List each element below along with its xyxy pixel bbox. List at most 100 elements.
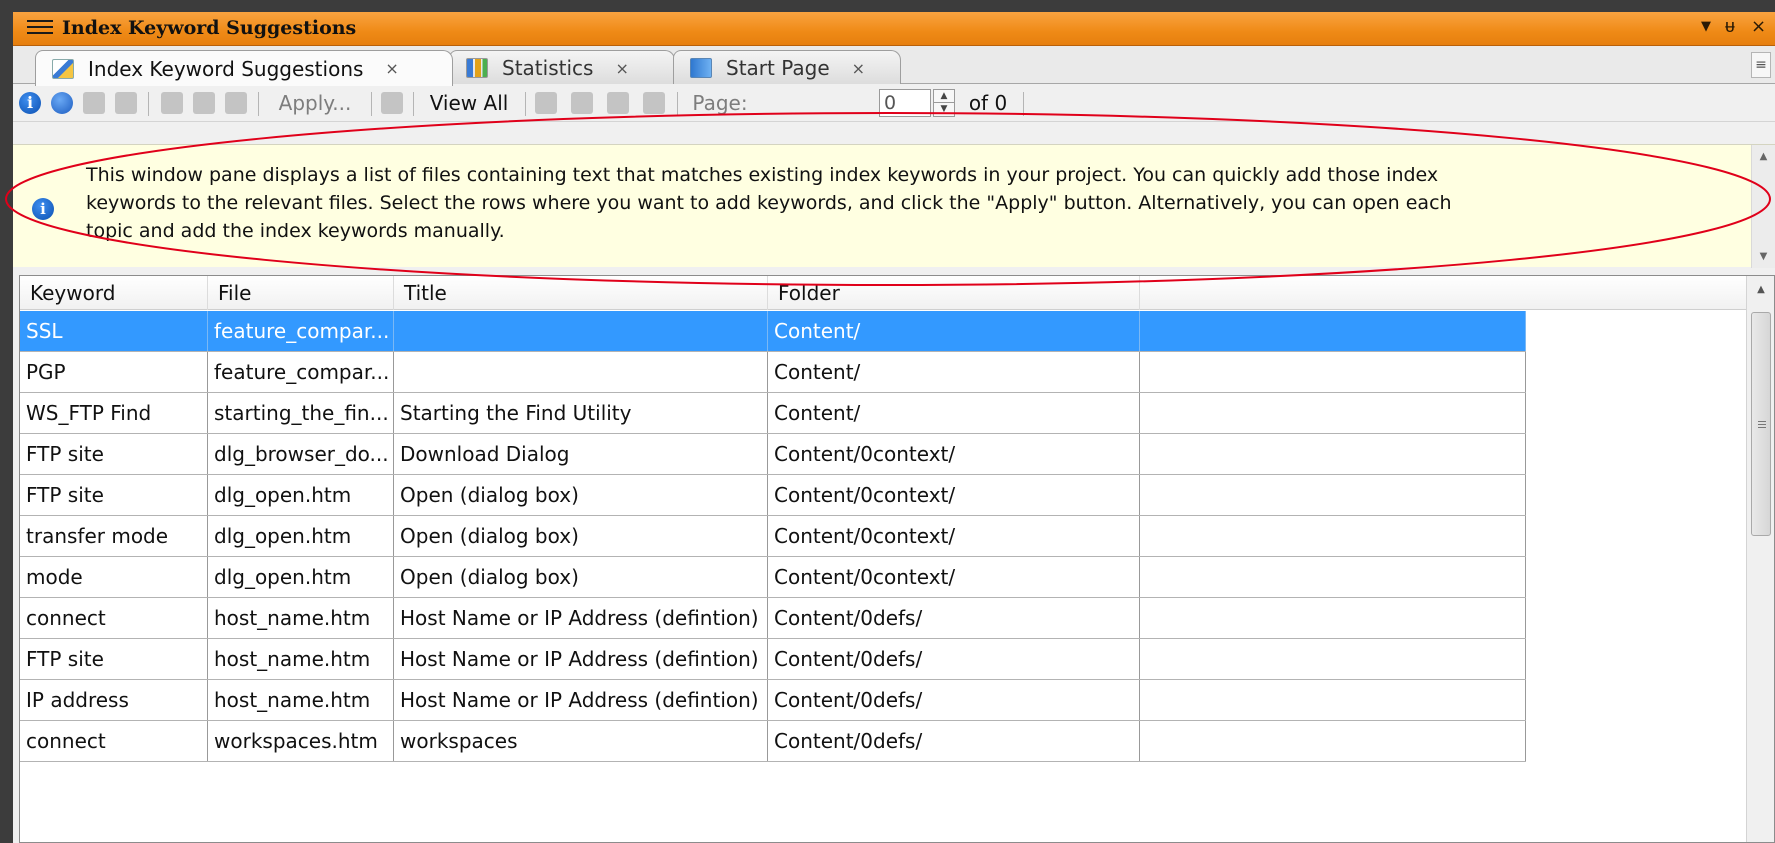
cell-file: dlg_browser_do... xyxy=(208,434,394,474)
cell-title: Host Name or IP Address (defintion) xyxy=(394,680,768,720)
column-header-file[interactable]: File xyxy=(208,276,394,310)
table-row[interactable]: FTP site dlg_browser_do... Download Dialog… xyxy=(20,434,1526,475)
scroll-up-icon[interactable]: ▲ xyxy=(1747,284,1774,295)
open-topic-button[interactable] xyxy=(81,89,107,117)
info-icon: i xyxy=(32,198,54,220)
cell-blank xyxy=(1140,639,1526,679)
cell-folder: Content/0context/ xyxy=(768,557,1140,597)
scroll-up-icon[interactable]: ▲ xyxy=(1752,151,1775,162)
toolbar-separator xyxy=(371,92,372,116)
table-row[interactable]: IP address host_name.htm Host Name or IP A… xyxy=(20,680,1526,721)
table-row[interactable]: PGP feature_compar... Content/ xyxy=(20,352,1526,393)
table-row[interactable]: mode dlg_open.htm Open (dialog box) Content… xyxy=(20,557,1526,598)
tab-index-keyword-suggestions[interactable]: Index Keyword Suggestions × xyxy=(35,50,453,86)
info-scrollbar[interactable]: ▲ ▼ xyxy=(1751,145,1775,268)
cell-keyword: connect xyxy=(20,598,208,638)
view-all-button[interactable]: View All xyxy=(419,89,519,117)
pin-icon[interactable]: ᵾ xyxy=(1725,16,1735,37)
table-header: Keyword File Title Folder xyxy=(20,276,1746,310)
first-page-button[interactable] xyxy=(533,89,559,117)
table-row[interactable]: transfer mode dlg_open.htm Open (dialog bo… xyxy=(20,516,1526,557)
toolbar-separator xyxy=(677,92,678,116)
table-row[interactable]: FTP site dlg_open.htm Open (dialog box) Con… xyxy=(20,475,1526,516)
print-icon xyxy=(161,92,183,114)
export-button[interactable] xyxy=(191,89,217,117)
cell-folder: Content/0defs/ xyxy=(768,639,1140,679)
cell-title: Host Name or IP Address (defintion) xyxy=(394,598,768,638)
tab-start-page[interactable]: Start Page × xyxy=(673,50,901,85)
cell-file: feature_compar... xyxy=(208,352,394,392)
window-dropdown-icon[interactable]: ▼ xyxy=(1701,19,1711,34)
keyword-document-icon xyxy=(52,58,74,79)
cell-title: Open (dialog box) xyxy=(394,557,768,597)
hamburger-menu-icon[interactable] xyxy=(27,20,53,38)
spin-down-icon[interactable]: ▼ xyxy=(934,103,954,116)
last-page-button[interactable] xyxy=(641,89,667,117)
page-count-label: of 0 xyxy=(968,91,1008,115)
apply-button[interactable]: Apply... xyxy=(265,89,365,117)
close-tab-icon[interactable]: × xyxy=(852,59,865,78)
tab-overflow-menu-icon[interactable]: ≡ xyxy=(1751,52,1771,78)
cell-blank xyxy=(1140,475,1526,515)
info-icon: i xyxy=(19,92,41,114)
index-keyword-suggestions-window: Index Keyword Suggestions ▼ ᵾ × Index Ke… xyxy=(13,12,1775,843)
cell-title: workspaces xyxy=(394,721,768,761)
page-number-input[interactable]: 0 xyxy=(879,89,931,117)
cell-file: dlg_open.htm xyxy=(208,516,394,556)
checkmark-icon xyxy=(381,92,403,114)
arrow-left-icon xyxy=(571,92,593,114)
print-button[interactable] xyxy=(159,89,185,117)
cell-keyword: mode xyxy=(20,557,208,597)
check-button[interactable] xyxy=(379,89,405,117)
cell-file: host_name.htm xyxy=(208,680,394,720)
next-page-button[interactable] xyxy=(605,89,631,117)
window-title-bar[interactable]: Index Keyword Suggestions ▼ ᵾ × xyxy=(13,12,1775,46)
cell-keyword: transfer mode xyxy=(20,516,208,556)
open-document-icon xyxy=(83,92,105,114)
cell-folder: Content/ xyxy=(768,311,1140,351)
table-row[interactable]: FTP site host_name.htm Host Name or IP Add… xyxy=(20,639,1526,680)
scrollbar-thumb[interactable] xyxy=(1751,312,1771,536)
close-tab-icon[interactable]: × xyxy=(615,59,628,78)
close-tab-icon[interactable]: × xyxy=(385,59,398,78)
report-icon xyxy=(225,92,247,114)
column-header-folder[interactable]: Folder xyxy=(768,276,1140,310)
cell-file: dlg_open.htm xyxy=(208,557,394,597)
report-button[interactable] xyxy=(223,89,249,117)
cell-folder: Content/0defs/ xyxy=(768,680,1140,720)
table-scrollbar[interactable]: ▲ xyxy=(1746,276,1774,842)
tab-statistics[interactable]: Statistics × xyxy=(449,50,675,85)
column-header-keyword[interactable]: Keyword xyxy=(20,276,208,310)
toolbar-separator xyxy=(148,92,149,116)
toolbar-separator xyxy=(413,92,414,116)
page-spinner[interactable]: ▲ ▼ xyxy=(933,89,955,117)
cell-folder: Content/ xyxy=(768,393,1140,433)
close-window-icon[interactable]: × xyxy=(1751,16,1766,37)
table-row[interactable]: connect workspaces.htm workspaces Content/0… xyxy=(20,721,1526,762)
column-header-title[interactable]: Title xyxy=(394,276,768,310)
cell-blank xyxy=(1140,680,1526,720)
show-info-button[interactable]: i xyxy=(17,89,43,117)
refresh-button[interactable] xyxy=(49,89,75,117)
tab-label: Statistics xyxy=(502,56,594,80)
cell-file: workspaces.htm xyxy=(208,721,394,761)
previous-page-button[interactable] xyxy=(569,89,595,117)
table-row[interactable]: WS_FTP Find starting_the_fin... Starting t… xyxy=(20,393,1526,434)
column-header-blank[interactable] xyxy=(1140,276,1746,310)
cell-folder: Content/0context/ xyxy=(768,475,1140,515)
cell-file: host_name.htm xyxy=(208,639,394,679)
cell-blank xyxy=(1140,516,1526,556)
page-label: Page: xyxy=(692,91,748,115)
toolbar-separator xyxy=(525,92,526,116)
cell-keyword: FTP site xyxy=(20,475,208,515)
spin-up-icon[interactable]: ▲ xyxy=(934,90,954,103)
window-title: Index Keyword Suggestions xyxy=(62,17,357,39)
scroll-down-icon[interactable]: ▼ xyxy=(1752,251,1775,262)
arrow-right-icon xyxy=(607,92,629,114)
refresh-icon xyxy=(51,92,73,114)
cell-file: dlg_open.htm xyxy=(208,475,394,515)
table-row[interactable]: connect host_name.htm Host Name or IP Addr… xyxy=(20,598,1526,639)
table-row[interactable]: SSL feature_compar... Content/ xyxy=(20,311,1526,352)
open-multiple-button[interactable] xyxy=(113,89,139,117)
cell-folder: Content/ xyxy=(768,352,1140,392)
